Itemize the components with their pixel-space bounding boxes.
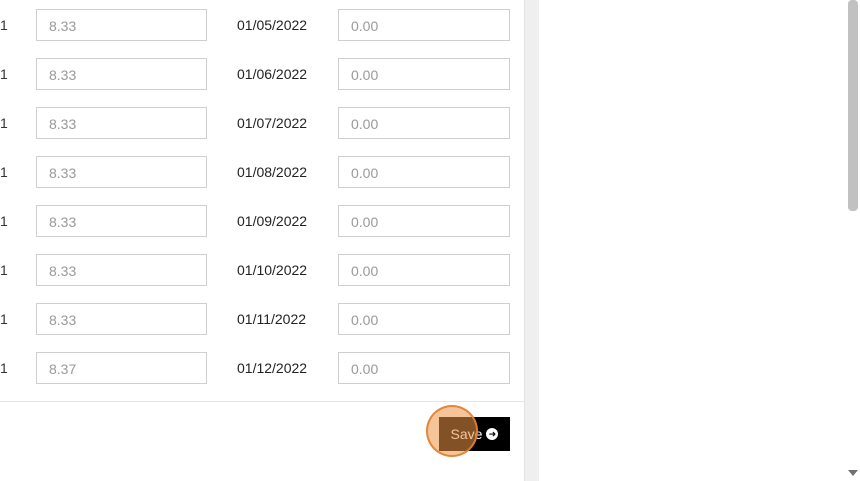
amount-field[interactable]: 8.33 (36, 58, 207, 90)
schedule-row: 1 8.33 01/11/2022 0.00 (0, 303, 524, 337)
row-index: 1 (0, 311, 8, 327)
row-index: 1 (0, 262, 8, 278)
amount-field[interactable]: 8.33 (36, 9, 207, 41)
date-label: 01/10/2022 (237, 262, 308, 278)
row-index: 1 (0, 360, 8, 376)
date-label: 01/06/2022 (237, 66, 308, 82)
schedule-panel: 1 8.33 01/05/2022 0.00 1 8.33 01/06/2022… (0, 0, 525, 481)
value-field[interactable]: 0.00 (338, 156, 510, 188)
amount-field[interactable]: 8.33 (36, 303, 207, 335)
amount-field[interactable]: 8.33 (36, 107, 207, 139)
save-button-label: Save (450, 426, 483, 442)
footer-divider (0, 401, 524, 402)
value-field[interactable]: 0.00 (338, 205, 510, 237)
value-field[interactable]: 0.00 (338, 303, 510, 335)
row-index: 1 (0, 115, 8, 131)
value-field[interactable]: 0.00 (338, 9, 510, 41)
schedule-row: 1 8.33 01/07/2022 0.00 (0, 107, 524, 141)
schedule-row: 1 8.33 01/10/2022 0.00 (0, 254, 524, 288)
schedule-row: 1 8.33 01/06/2022 0.00 (0, 58, 524, 92)
arrow-circle-right-icon: ➜ (486, 428, 499, 440)
value-field[interactable]: 0.00 (338, 107, 510, 139)
scrollbar-thumb[interactable] (848, 0, 858, 211)
scroll-down-arrow-icon[interactable] (848, 470, 858, 476)
row-index: 1 (0, 164, 8, 180)
schedule-row: 1 8.37 01/12/2022 0.00 (0, 352, 524, 386)
amount-field[interactable]: 8.37 (36, 352, 207, 384)
amount-field[interactable]: 8.33 (36, 254, 207, 286)
date-label: 01/09/2022 (237, 213, 308, 229)
date-label: 01/07/2022 (237, 115, 308, 131)
row-index: 1 (0, 17, 8, 33)
date-label: 01/08/2022 (237, 164, 308, 180)
value-field[interactable]: 0.00 (338, 352, 510, 384)
panel-gutter (525, 0, 539, 481)
save-button[interactable]: Save ➜ (439, 417, 510, 451)
date-label: 01/11/2022 (237, 311, 307, 327)
date-label: 01/12/2022 (237, 360, 308, 376)
schedule-row: 1 8.33 01/09/2022 0.00 (0, 205, 524, 239)
row-index: 1 (0, 213, 8, 229)
value-field[interactable]: 0.00 (338, 58, 510, 90)
schedule-row: 1 8.33 01/05/2022 0.00 (0, 9, 524, 43)
amount-field[interactable]: 8.33 (36, 156, 207, 188)
row-index: 1 (0, 66, 8, 82)
value-field[interactable]: 0.00 (338, 254, 510, 286)
date-label: 01/05/2022 (237, 17, 308, 33)
amount-field[interactable]: 8.33 (36, 205, 207, 237)
schedule-row: 1 8.33 01/08/2022 0.00 (0, 156, 524, 190)
